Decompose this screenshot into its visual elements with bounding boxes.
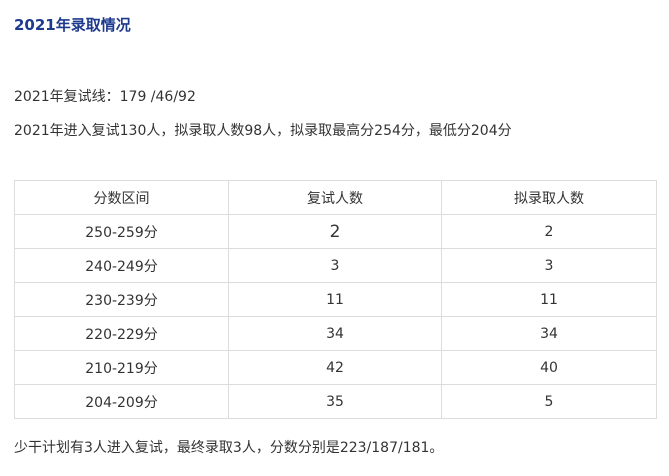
score-distribution-table: 分数区间 复试人数 拟录取人数 250-259分 2 2 240-249分 3 … — [14, 180, 657, 419]
header-retest-count: 复试人数 — [228, 180, 442, 215]
section-title: 2021年录取情况 — [14, 16, 131, 34]
cell-retest-count: 42 — [228, 350, 442, 385]
cell-retest-count: 2 — [228, 214, 442, 249]
table-row: 210-219分 42 40 — [14, 350, 657, 385]
cell-score-range: 230-239分 — [14, 282, 229, 317]
cell-score-range: 204-209分 — [14, 384, 229, 419]
cell-admit-count: 5 — [441, 384, 657, 419]
cell-admit-count: 34 — [441, 316, 657, 351]
table-row: 250-259分 2 2 — [14, 214, 657, 249]
table-row: 230-239分 11 11 — [14, 282, 657, 317]
admission-summary-text: 2021年进入复试130人，拟录取人数98人，拟录取最高分254分，最低分204… — [14, 123, 512, 139]
cell-retest-count: 11 — [228, 282, 442, 317]
table-row: 240-249分 3 3 — [14, 248, 657, 283]
cell-retest-count: 3 — [228, 248, 442, 283]
retest-line-text: 2021年复试线：179 /46/92 — [14, 89, 196, 105]
cell-score-range: 220-229分 — [14, 316, 229, 351]
cell-admit-count: 2 — [441, 214, 657, 249]
cell-admit-count: 11 — [441, 282, 657, 317]
header-score-range: 分数区间 — [14, 180, 229, 215]
table-row: 220-229分 34 34 — [14, 316, 657, 351]
cell-retest-count: 34 — [228, 316, 442, 351]
cell-score-range: 210-219分 — [14, 350, 229, 385]
table-row: 204-209分 35 5 — [14, 384, 657, 419]
minority-plan-note: 少干计划有3人进入复试，最终录取3人，分数分别是223/187/181。 — [14, 440, 444, 456]
cell-retest-count: 35 — [228, 384, 442, 419]
header-admit-count: 拟录取人数 — [441, 180, 657, 215]
cell-score-range: 240-249分 — [14, 248, 229, 283]
cell-admit-count: 40 — [441, 350, 657, 385]
cell-score-range: 250-259分 — [14, 214, 229, 249]
table-header-row: 分数区间 复试人数 拟录取人数 — [14, 180, 657, 215]
cell-admit-count: 3 — [441, 248, 657, 283]
